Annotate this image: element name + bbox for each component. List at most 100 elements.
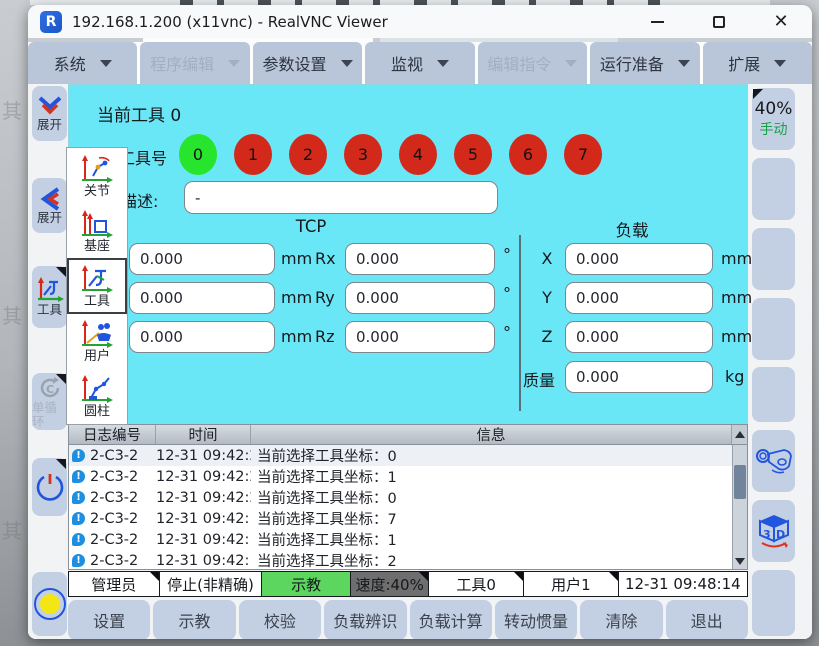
chevron-down-icon [341,60,353,67]
menu-parameter-settings[interactable]: 参数设置 [253,42,362,84]
mass-field[interactable]: 0.000 [565,361,713,393]
coord-base[interactable]: 基座 [67,203,127,258]
desktop-background: 其 其 其 R 192.168.1.200 (x11vnc) - RealVNC… [0,0,819,646]
remote-desktop-edge [28,38,812,42]
tcp-x-field[interactable]: 0.000 [129,243,275,275]
hand-guide-button[interactable] [752,430,795,492]
chevron-down-icon [678,60,690,67]
log-header-msg[interactable]: 信息 [251,425,732,444]
info-icon: ! [72,533,85,546]
desktop-watermark: 其 [2,300,22,329]
window-title: 192.168.1.200 (x11vnc) - RealVNC Viewer [72,13,388,31]
status-bar: 管理员 停止(非精确) 示教 速度:40% 工具0 用户1 12-31 09:4… [68,571,748,597]
right-rail-button-2[interactable] [752,158,795,220]
minimize-button[interactable] [626,5,688,38]
menu-run-prepare[interactable]: 运行准备 [590,42,699,84]
info-icon: ! [72,512,85,525]
power-button[interactable] [32,458,67,516]
bottom-button-bar: 设置 示教 校验 负载辨识 负载计算 转动惯量 清除 退出 [68,600,748,639]
expand-left-button[interactable]: 展开 [32,178,67,233]
svg-text:3: 3 [763,528,771,541]
chevron-down-icon [565,60,577,67]
load-z-field[interactable]: 0.000 [565,321,713,353]
teach-button[interactable]: 示教 [153,600,235,639]
status-user-frame[interactable]: 用户1 [523,571,618,597]
right-rail-button-5[interactable] [752,367,795,422]
title-bar[interactable]: R 192.168.1.200 (x11vnc) - RealVNC Viewe… [28,5,812,38]
inertia-button[interactable]: 转动惯量 [495,600,577,639]
tool-number-selector: 0 1 2 3 4 5 6 7 [179,134,602,175]
exit-button[interactable]: 退出 [666,600,748,639]
load-identify-button[interactable]: 负载辨识 [324,600,406,639]
svg-text:D: D [776,528,785,541]
tool-settings-panel: 当前工具 0 工具号 0 1 2 3 4 5 6 7 描述: - TCP 负载 [68,84,748,424]
rz-label: Rz [315,327,335,346]
menu-bar: 系统 程序编辑 参数设置 监视 编辑指令 运行准备 扩展 [28,42,812,84]
load-calculate-button[interactable]: 负载计算 [410,600,492,639]
realvnc-window: R 192.168.1.200 (x11vnc) - RealVNC Viewe… [28,5,812,639]
tool-number-button-2[interactable]: 2 [289,134,327,175]
cycle-icon: C [37,375,63,401]
scroll-up-icon [735,431,745,438]
right-rail-button-3[interactable] [752,228,795,290]
menu-program-edit: 程序编辑 [140,42,249,84]
tcp-z-field[interactable]: 0.000 [129,321,275,353]
coord-user[interactable]: 用户 [67,314,127,369]
log-table: 日志编号 时间 信息 !2-C3-2 12-31 09:42:26 当前选择工具… [68,424,748,570]
chevron-down-icon [774,60,786,67]
coord-tool[interactable]: 工具 [67,258,127,313]
settings-button[interactable]: 设置 [68,600,150,639]
remote-edge-window-sliver [380,38,618,42]
log-row[interactable]: !2-C3-2 12-31 09:42:10 当前选择工具坐标：2 [69,550,732,569]
log-row[interactable]: !2-C3-2 12-31 09:42:26 当前选择工具坐标：0 [69,445,732,466]
log-row[interactable]: !2-C3-2 12-31 09:42:18 当前选择工具坐标：7 [69,508,732,529]
coord-joint[interactable]: 关节 [67,148,127,203]
tool-number-button-4[interactable]: 4 [399,134,437,175]
tcp-y-field[interactable]: 0.000 [129,282,275,314]
tool-number-button-6[interactable]: 6 [509,134,547,175]
remote-edge-window-sliver [143,38,373,42]
clear-button[interactable]: 清除 [580,600,662,639]
status-user[interactable]: 管理员 [68,571,159,597]
scrollbar-thumb[interactable] [734,465,746,499]
menu-extension[interactable]: 扩展 [703,42,812,84]
description-field[interactable]: - [184,181,498,214]
mode-value: 手动 [760,119,788,139]
tcp-rz-field[interactable]: 0.000 [345,321,495,353]
speed-mode-button[interactable]: 40% 手动 [752,88,795,150]
log-scrollbar[interactable] [732,445,747,569]
right-rail-button-4[interactable] [752,298,795,360]
tool-coord-rail-button[interactable]: 工具 [32,266,67,328]
status-speed[interactable]: 速度:40% [350,571,428,597]
menu-system[interactable]: 系统 [28,42,137,84]
scroll-down-button[interactable] [733,553,747,569]
tcp-rx-field[interactable]: 0.000 [345,243,495,275]
expand-down-button[interactable]: 展开 [32,86,67,141]
log-row[interactable]: !2-C3-2 12-31 09:42:25 当前选择工具坐标：1 [69,466,732,487]
maximize-button[interactable] [688,5,750,38]
load-x-field[interactable]: 0.000 [565,243,713,275]
status-tool[interactable]: 工具0 [428,571,523,597]
right-rail-button-8[interactable] [752,570,795,636]
coord-cylinder[interactable]: 圆柱 [67,369,127,424]
close-button[interactable]: ✕ [750,5,812,38]
verify-button[interactable]: 校验 [239,600,321,639]
log-header-time[interactable]: 时间 [156,425,251,444]
log-row[interactable]: !2-C3-2 12-31 09:42:22 当前选择工具坐标：0 [69,487,732,508]
view-3d-button[interactable]: 3 D [752,500,795,562]
tool-number-button-1[interactable]: 1 [234,134,272,175]
tcp-ry-field[interactable]: 0.000 [345,282,495,314]
tool-number-button-5[interactable]: 5 [454,134,492,175]
log-row[interactable]: !2-C3-2 12-31 09:42:15 当前选择工具坐标：1 [69,529,732,550]
speed-value: 40% [755,99,793,119]
rx-label: Rx [315,249,336,268]
menu-monitor[interactable]: 监视 [365,42,474,84]
log-header-id[interactable]: 日志编号 [69,425,156,444]
log-scrollbar-top[interactable] [732,425,747,444]
tool-number-button-7[interactable]: 7 [564,134,602,175]
minimize-icon [651,21,664,23]
indicator-button[interactable] [32,572,67,636]
load-y-field[interactable]: 0.000 [565,282,713,314]
tool-number-button-0[interactable]: 0 [179,134,217,175]
tool-number-button-3[interactable]: 3 [344,134,382,175]
